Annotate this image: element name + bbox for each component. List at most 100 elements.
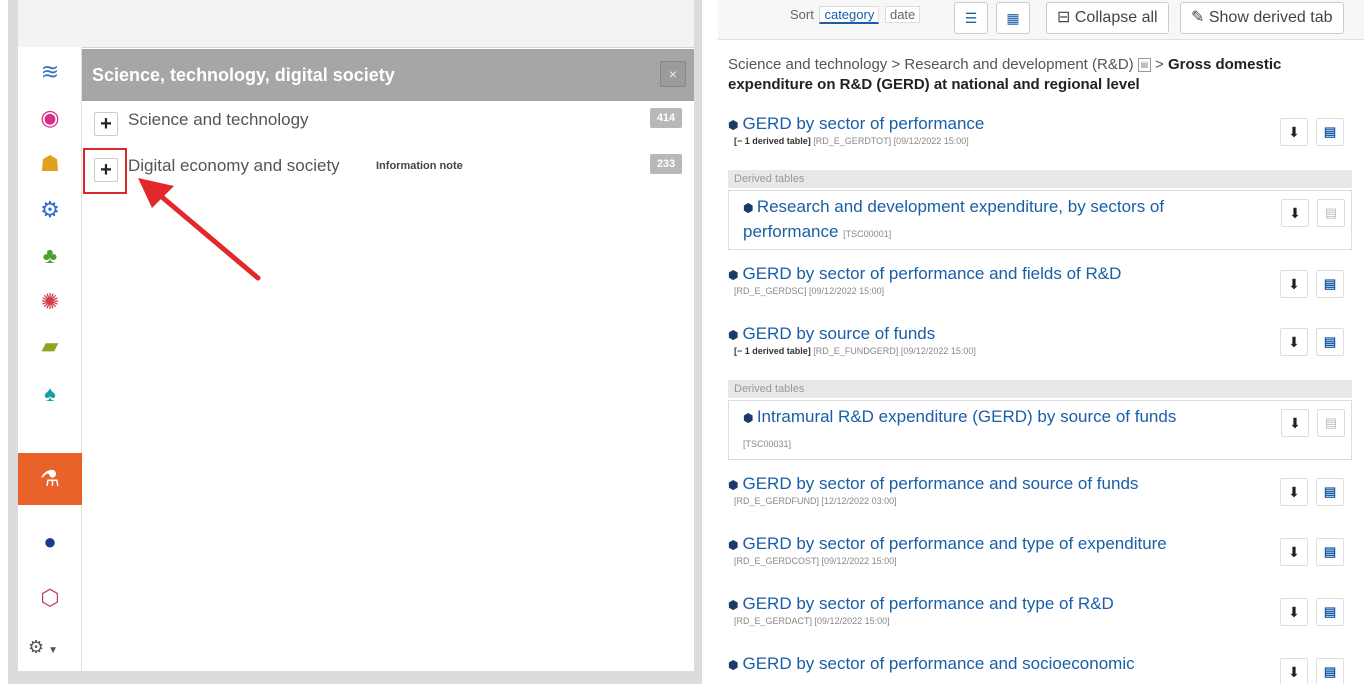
dataset-title[interactable]: GERD by sector of performance and fields… — [742, 264, 1121, 283]
dataset-row: ⬢ GERD by sector of performance and sourc… — [718, 474, 1364, 518]
dataset-link[interactable]: ⬢ GERD by sector of performance and sourc… — [728, 474, 1138, 494]
dataset-meta: [RD_E_GERDFUND] [12/12/2022 03:00] — [734, 496, 897, 506]
dataset-title[interactable]: GERD by sector of performance and source… — [742, 474, 1138, 493]
settings-icon[interactable]: ⚙ ▼ — [28, 637, 58, 658]
trade-icon[interactable]: ✺ — [30, 283, 70, 321]
cube-icon: ⬢ — [728, 598, 739, 612]
economy-icon[interactable]: ◉ — [30, 99, 70, 137]
dataset-title[interactable]: GERD by sector of performance — [742, 114, 984, 133]
dataset-date: [09/12/2022 15:00] — [821, 556, 897, 566]
metadata-icon[interactable]: ▤ — [1316, 270, 1344, 298]
population-icon[interactable]: ☗ — [30, 145, 70, 183]
metadata-icon[interactable]: ▤ — [1316, 328, 1344, 356]
cube-icon: ⬢ — [728, 268, 739, 282]
dataset-code: [RD_E_GERDTOT] — [813, 136, 892, 146]
dataset-title[interactable]: GERD by sector of performance and socioe… — [742, 654, 1134, 673]
eu-icon[interactable]: ● — [30, 523, 70, 561]
download-icon[interactable]: ⬇ — [1280, 658, 1308, 684]
science-icon[interactable]: ⚗ — [18, 453, 82, 505]
derived-table-link[interactable]: ⬢ Intramural R&D expenditure (GERD) by s… — [743, 405, 1223, 456]
dataset-row: ⬢ GERD by sector of performance and type … — [718, 594, 1364, 638]
dataset-date: [09/12/2022 15:00] — [900, 346, 976, 356]
derived-table-link[interactable]: ⬢ Research and development expenditure, … — [743, 195, 1223, 246]
dataset-date: [09/12/2022 15:00] — [893, 136, 969, 146]
download-icon[interactable]: ⬇ — [1280, 270, 1308, 298]
cube-icon: ⬢ — [743, 411, 757, 425]
count-badge: 233 — [650, 154, 682, 174]
dataset-link[interactable]: ⬢ GERD by sector of performance and type … — [728, 534, 1167, 554]
show-derived-button[interactable]: ✎ Show derived tab — [1180, 2, 1344, 34]
download-icon[interactable]: ⬇ — [1281, 409, 1309, 437]
information-note-link[interactable]: Information note — [376, 160, 463, 172]
dataset-meta: [RD_E_GERDACT] [09/12/2022 15:00] — [734, 616, 890, 626]
download-icon[interactable]: ⬇ — [1280, 598, 1308, 626]
transport-icon[interactable]: ▰ — [30, 327, 70, 365]
derived-toggle[interactable]: [− 1 derived table] — [734, 346, 811, 356]
derived-title[interactable]: Research and development expenditure, by… — [743, 197, 1164, 241]
metadata-icon[interactable]: ▤ — [1316, 478, 1344, 506]
sort-option-date[interactable]: date — [884, 6, 921, 23]
dataset-link[interactable]: ⬢ GERD by source of funds — [728, 324, 935, 344]
metadata-icon[interactable]: ▤ — [1316, 538, 1344, 566]
dataset-title[interactable]: GERD by source of funds — [742, 324, 935, 343]
collapse-all-label: Collapse all — [1074, 9, 1158, 26]
breadcrumb-sep: > — [891, 56, 901, 73]
dataset-code: [RD_E_FUNDGERD] — [813, 346, 899, 356]
dataset-meta: [RD_E_GERDCOST] [09/12/2022 15:00] — [734, 556, 897, 566]
dataset-link[interactable]: ⬢ GERD by sector of performance and field… — [728, 264, 1121, 284]
document-icon[interactable]: ▤ — [1137, 58, 1151, 73]
dataset-date: [09/12/2022 15:00] — [814, 616, 890, 626]
show-derived-label: Show derived tab — [1208, 9, 1333, 26]
network-icon[interactable]: ⬡ — [30, 579, 70, 617]
dataset-title[interactable]: GERD by sector of performance and type o… — [742, 534, 1166, 553]
metadata-icon[interactable]: ▤ — [1317, 199, 1345, 227]
metadata-icon[interactable]: ▤ — [1317, 409, 1345, 437]
dataset-link[interactable]: ⬢ GERD by sector of performance and type … — [728, 594, 1114, 614]
environment-icon[interactable]: ♠ — [30, 375, 70, 413]
derived-toggle[interactable]: [− 1 derived table] — [734, 136, 811, 146]
cube-icon: ⬢ — [728, 328, 739, 342]
tree-item-science-technology[interactable]: + Science and technology 414 — [82, 104, 694, 144]
highlight-box — [83, 148, 127, 194]
metadata-icon[interactable]: ▤ — [1316, 658, 1344, 684]
download-icon[interactable]: ⬇ — [1280, 328, 1308, 356]
download-icon[interactable]: ⬇ — [1280, 478, 1308, 506]
theme-title: Science, technology, digital society — [92, 65, 395, 85]
cube-icon: ⬢ — [728, 118, 739, 132]
dataset-link[interactable]: ⬢ GERD by sector of performance and socio… — [728, 654, 1135, 674]
agriculture-icon[interactable]: ♣ — [30, 237, 70, 275]
derived-tables-header: Derived tables — [728, 380, 1352, 398]
cube-icon: ⬢ — [728, 658, 739, 672]
dataset-title[interactable]: GERD by sector of performance and type o… — [742, 594, 1113, 613]
grid-view-icon[interactable]: ▦ — [996, 2, 1030, 34]
dataset-date: [12/12/2022 03:00] — [821, 496, 897, 506]
dataset-row: ⬢ GERD by sector of performance [− 1 deri… — [718, 114, 1364, 158]
dataset-meta: [RD_E_GERDSC] [09/12/2022 15:00] — [734, 286, 884, 296]
industry-icon[interactable]: ⚙ — [30, 191, 70, 229]
expand-button[interactable]: + — [94, 112, 118, 136]
download-icon[interactable]: ⬇ — [1281, 199, 1309, 227]
dataset-icon[interactable]: ≋ — [30, 53, 70, 91]
sort-option-category[interactable]: category — [819, 6, 880, 24]
metadata-icon[interactable]: ▤ — [1316, 118, 1344, 146]
collapse-all-button[interactable]: ⊟ Collapse all — [1046, 2, 1169, 34]
metadata-icon[interactable]: ▤ — [1316, 598, 1344, 626]
breadcrumb-link[interactable]: Research and development (R&D) — [904, 56, 1133, 73]
list-view-icon[interactable]: ☰ — [954, 2, 988, 34]
tree-item-label[interactable]: Science and technology — [128, 110, 309, 130]
dataset-link[interactable]: ⬢ GERD by sector of performance — [728, 114, 984, 134]
derived-code: [TSC00001] — [843, 229, 892, 239]
sort-label: Sort — [790, 7, 814, 22]
close-icon[interactable]: × — [660, 61, 686, 87]
download-icon[interactable]: ⬇ — [1280, 118, 1308, 146]
dataset-code: [RD_E_GERDACT] — [734, 616, 813, 626]
download-icon[interactable]: ⬇ — [1280, 538, 1308, 566]
derived-tables-header: Derived tables — [728, 170, 1352, 188]
derived-title[interactable]: Intramural R&D expenditure (GERD) by sou… — [757, 407, 1177, 426]
cube-icon: ⬢ — [743, 201, 757, 215]
dataset-meta: [− 1 derived table] [RD_E_FUNDGERD] [09/… — [734, 346, 976, 356]
derived-table-row: ⬢ Research and development expenditure, … — [728, 190, 1352, 250]
dataset-row: ⬢ GERD by sector of performance and socio… — [718, 654, 1364, 684]
breadcrumb-link[interactable]: Science and technology — [728, 56, 887, 73]
dataset-row: ⬢ GERD by source of funds [− 1 derived ta… — [718, 324, 1364, 368]
